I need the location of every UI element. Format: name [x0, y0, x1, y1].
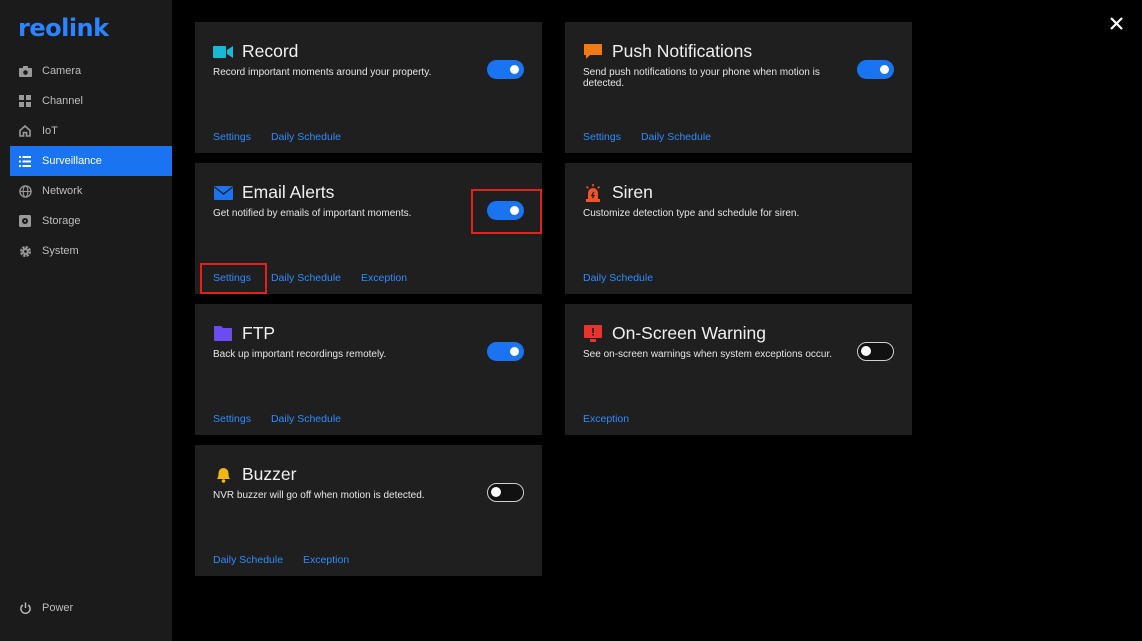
- gear-icon: [18, 244, 32, 258]
- sidebar-item-camera[interactable]: Camera: [10, 56, 172, 86]
- camera-icon: [18, 64, 32, 78]
- email-settings-link[interactable]: Settings: [213, 272, 251, 284]
- card-description: Get notified by emails of important mome…: [213, 208, 412, 219]
- monitor-warning-icon: [583, 325, 603, 343]
- sidebar-item-label: Channel: [42, 95, 83, 107]
- email-alerts-toggle[interactable]: [487, 201, 524, 220]
- storage-icon: [18, 214, 32, 228]
- buzzer-toggle[interactable]: [487, 483, 524, 502]
- sidebar-item-iot[interactable]: IoT: [10, 116, 172, 146]
- osw-exception-link[interactable]: Exception: [583, 413, 629, 425]
- ftp-daily-schedule-link[interactable]: Daily Schedule: [271, 413, 341, 425]
- sidebar-item-surveillance[interactable]: Surveillance: [10, 146, 172, 176]
- push-notifications-card: Push Notifications Send push notificatio…: [565, 22, 912, 153]
- sidebar-item-label: Storage: [42, 215, 81, 227]
- email-exception-link[interactable]: Exception: [361, 272, 407, 284]
- push-daily-schedule-link[interactable]: Daily Schedule: [641, 131, 711, 143]
- sidebar-item-network[interactable]: Network: [10, 176, 172, 206]
- close-icon: [1109, 16, 1123, 30]
- list-icon: [18, 154, 32, 168]
- sidebar-item-label: Network: [42, 185, 83, 197]
- card-title: Siren: [612, 182, 653, 202]
- chat-bubble-icon: [583, 43, 603, 61]
- folder-icon: [213, 325, 233, 343]
- siren-card: Siren Customize detection type and sched…: [565, 163, 912, 294]
- on-screen-warning-card: On-Screen Warning See on-screen warnings…: [565, 304, 912, 435]
- push-notifications-toggle[interactable]: [857, 60, 894, 79]
- ftp-toggle[interactable]: [487, 342, 524, 361]
- card-description: NVR buzzer will go off when motion is de…: [213, 490, 425, 501]
- sidebar-item-label: Camera: [42, 65, 82, 77]
- buzzer-card: Buzzer NVR buzzer will go off when motio…: [195, 445, 542, 576]
- card-title: Push Notifications: [612, 41, 753, 61]
- card-title: FTP: [242, 323, 276, 343]
- sidebar: reolink Camera Channel IoT Surveillance: [0, 0, 172, 641]
- power-button[interactable]: Power: [18, 601, 73, 615]
- card-title: Buzzer: [242, 464, 297, 484]
- siren-icon: [583, 183, 603, 202]
- card-description: Send push notifications to your phone wh…: [583, 67, 820, 89]
- envelope-icon: [213, 184, 233, 202]
- on-screen-warning-toggle[interactable]: [857, 342, 894, 361]
- card-description: Back up important recordings remotely.: [213, 349, 387, 360]
- record-toggle[interactable]: [487, 60, 524, 79]
- sidebar-item-label: IoT: [42, 125, 58, 137]
- record-card: Record Record important moments around y…: [195, 22, 542, 153]
- sidebar-nav: Camera Channel IoT Surveillance Network: [10, 56, 172, 266]
- ftp-settings-link[interactable]: Settings: [213, 413, 251, 425]
- sidebar-item-storage[interactable]: Storage: [10, 206, 172, 236]
- card-description: Record important moments around your pro…: [213, 67, 432, 78]
- home-icon: [18, 124, 32, 138]
- card-description: Customize detection type and schedule fo…: [583, 208, 800, 219]
- card-title: Record: [242, 41, 299, 61]
- card-title: Email Alerts: [242, 182, 335, 202]
- buzzer-daily-schedule-link[interactable]: Daily Schedule: [213, 554, 283, 566]
- record-daily-schedule-link[interactable]: Daily Schedule: [271, 131, 341, 143]
- sidebar-item-channel[interactable]: Channel: [10, 86, 172, 116]
- bell-icon: [213, 466, 233, 484]
- sidebar-item-system[interactable]: System: [10, 236, 172, 266]
- reolink-logo: reolink: [18, 14, 109, 42]
- grid-icon: [18, 94, 32, 108]
- siren-daily-schedule-link[interactable]: Daily Schedule: [583, 272, 653, 284]
- ftp-card: FTP Back up important recordings remotel…: [195, 304, 542, 435]
- sidebar-item-label: Surveillance: [42, 155, 102, 167]
- push-settings-link[interactable]: Settings: [583, 131, 621, 143]
- sidebar-item-label: System: [42, 245, 79, 257]
- video-camera-icon: [213, 43, 233, 61]
- power-label: Power: [42, 602, 74, 614]
- close-button[interactable]: [1106, 13, 1126, 33]
- record-settings-link[interactable]: Settings: [213, 131, 251, 143]
- email-daily-schedule-link[interactable]: Daily Schedule: [271, 272, 341, 284]
- card-description: See on-screen warnings when system excep…: [583, 349, 833, 360]
- card-title: On-Screen Warning: [612, 323, 766, 343]
- power-icon: [18, 601, 32, 615]
- globe-icon: [18, 184, 32, 198]
- buzzer-exception-link[interactable]: Exception: [303, 554, 349, 566]
- logo-text: reolink: [18, 14, 109, 42]
- email-alerts-card: Email Alerts Get notified by emails of i…: [195, 163, 542, 294]
